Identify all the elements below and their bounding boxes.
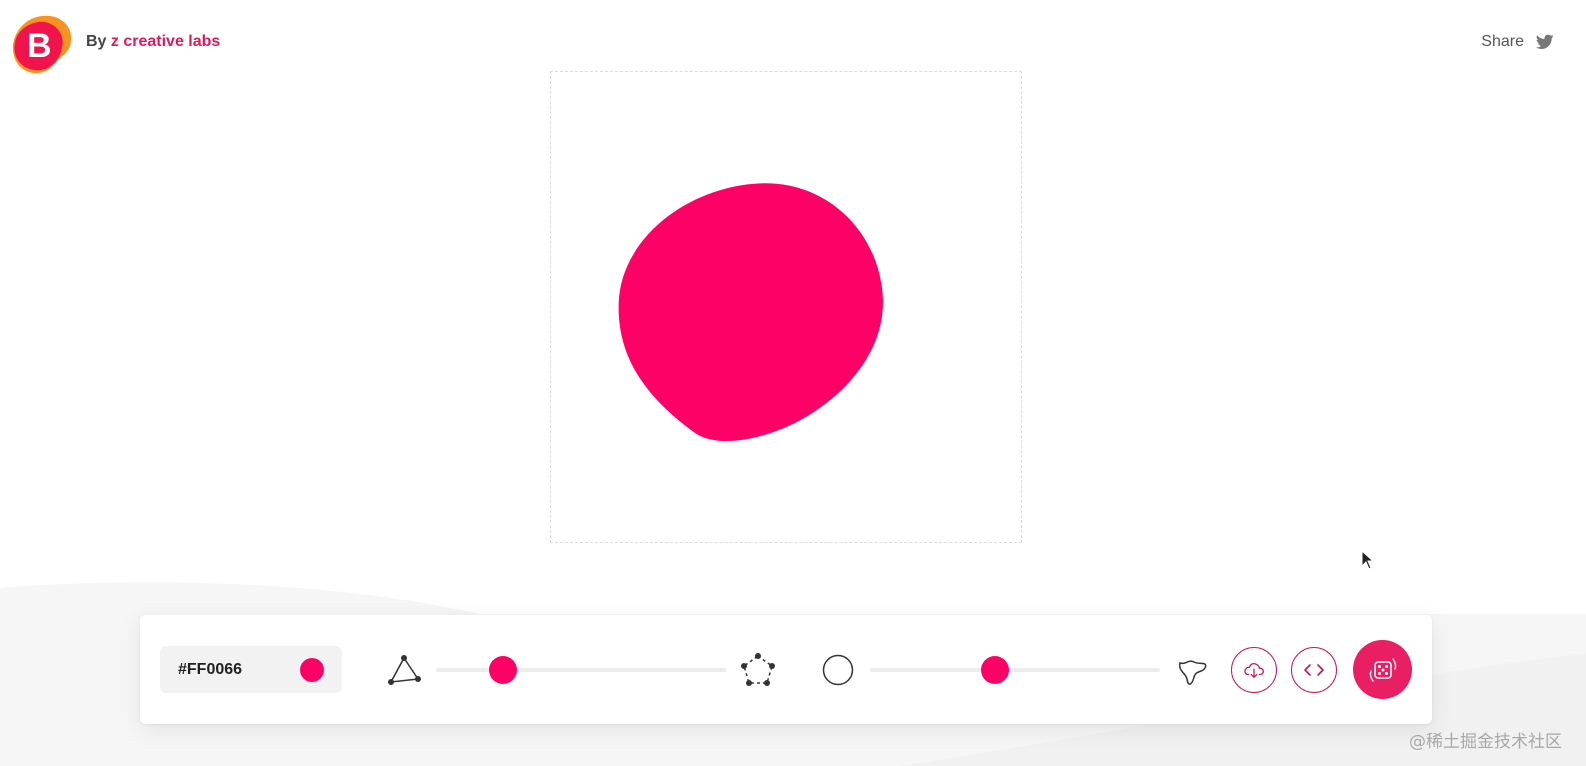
- contrast-slider-thumb[interactable]: [980, 656, 1009, 684]
- contrast-slider[interactable]: [870, 656, 1160, 684]
- high-contrast-icon: [1178, 660, 1207, 685]
- share-label: Share: [1481, 33, 1524, 50]
- high-complexity-icon: [741, 653, 775, 686]
- byline: By z creative labs: [86, 33, 220, 51]
- by-label: By: [86, 33, 107, 50]
- complexity-slider[interactable]: [436, 656, 726, 684]
- cloud-download-icon: [1244, 663, 1264, 678]
- low-contrast-icon: [822, 654, 854, 686]
- twitter-icon[interactable]: [1536, 34, 1554, 50]
- editor-toolbar: #FF0066: [140, 615, 1432, 724]
- blob-preview: [618, 183, 883, 442]
- low-complexity-icon: [388, 655, 421, 685]
- code-button[interactable]: [1291, 647, 1337, 693]
- blob-canvas: [550, 71, 1022, 543]
- color-hex-value[interactable]: #FF0066: [178, 661, 242, 679]
- complexity-slider-thumb[interactable]: [488, 656, 517, 684]
- watermark: @稀土掘金技术社区: [1409, 732, 1562, 752]
- code-icon: [1304, 664, 1324, 676]
- dice-icon: [1369, 657, 1396, 682]
- mouse-cursor-icon: [1361, 550, 1375, 570]
- randomize-button[interactable]: [1353, 640, 1412, 699]
- app-logo[interactable]: B: [10, 12, 74, 76]
- color-swatch[interactable]: [300, 657, 324, 682]
- share-button[interactable]: Share: [1481, 33, 1554, 51]
- blob-shape: [618, 183, 883, 442]
- brand-link[interactable]: z creative labs: [111, 33, 220, 50]
- download-button[interactable]: [1231, 647, 1277, 693]
- logo-letter: B: [27, 27, 52, 65]
- color-picker[interactable]: #FF0066: [160, 646, 342, 693]
